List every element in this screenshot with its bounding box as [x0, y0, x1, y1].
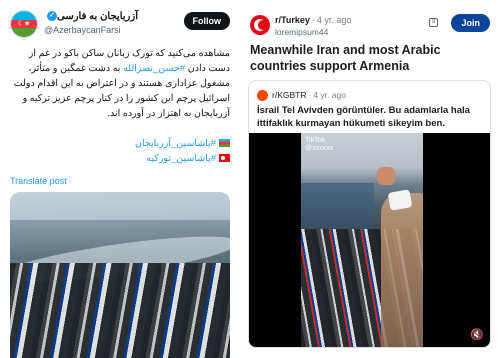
tiktok-label: TikTok — [305, 137, 325, 144]
translate-post-link[interactable]: Translate post — [10, 176, 67, 186]
crosspost-card[interactable]: r/KGBTR · 4 yr. ago İsrail Tel Avivden gör… — [248, 80, 491, 348]
hashtag-line-turkey: #یاشاسین_تورکیه — [10, 151, 230, 166]
tweet-text: مشاهده می‌کنید که تورک زبانان ساکن باکو … — [10, 46, 230, 121]
video-person — [381, 193, 423, 347]
hashtag-list: #یاشاسین_آزربایجان #یاشاسین_تورکیه — [10, 136, 230, 166]
separator-dot: · — [308, 90, 312, 100]
separator-dot: · — [311, 15, 315, 25]
video-player[interactable]: TikTok @xxxxxx 🔇 — [249, 133, 490, 347]
media-crowd — [10, 263, 230, 358]
reddit-post-card: r/Turkey · 4 yr. ago loremipsum44 ≡ Join M… — [240, 0, 500, 358]
subreddit-name[interactable]: r/Turkey — [275, 15, 310, 25]
tiktok-user: @xxxxxx — [305, 145, 334, 152]
post-header: r/Turkey · 4 yr. ago loremipsum44 ≡ Join — [250, 13, 490, 41]
video-frame — [301, 133, 423, 347]
crosspost-avatar-icon — [257, 90, 268, 101]
post-username[interactable]: loremipsum44 — [275, 27, 328, 37]
post-age: 4 yr. ago — [316, 15, 352, 25]
hashtag-link[interactable]: #یاشاسین_آزربایجان — [135, 138, 216, 149]
display-name-text: آزربایجان به فارسی — [57, 11, 138, 22]
tiktok-watermark: TikTok @xxxxxx — [305, 137, 333, 153]
subreddit-avatar-icon[interactable] — [250, 15, 270, 35]
turkey-flag-icon — [219, 154, 230, 163]
video-fist — [377, 167, 395, 185]
tweet-media-image[interactable] — [10, 192, 230, 358]
user-handle[interactable]: @AzerbaycanFarsi — [44, 25, 121, 35]
twitter-post-card: ☾★ آزربایجان به فارسی✓ @AzerbaycanFarsi … — [0, 0, 241, 358]
follow-button[interactable]: Follow — [183, 12, 230, 30]
verified-badge-icon: ✓ — [47, 11, 57, 22]
hashtag-line-azerbaijan: #یاشاسین_آزربایجان — [10, 136, 230, 151]
join-button[interactable]: Join — [451, 14, 490, 32]
mute-icon[interactable]: 🔇 — [470, 329, 484, 341]
sort-icon[interactable]: ≡ — [429, 18, 438, 27]
post-title[interactable]: Meanwhile Iran and most Arabic countries… — [250, 42, 490, 74]
azerbaijan-flag-icon — [219, 139, 230, 148]
crosspost-age: 4 yr. ago — [313, 90, 346, 100]
hashtag-link[interactable]: #حسن_نصرالله — [123, 63, 185, 74]
subreddit-line: r/Turkey · 4 yr. ago — [275, 15, 351, 25]
video-mask — [387, 189, 413, 211]
crosspost-subreddit[interactable]: r/KGBTR — [272, 90, 306, 100]
display-name[interactable]: آزربایجان به فارسی✓ — [44, 11, 138, 22]
avatar[interactable]: ☾★ — [10, 10, 38, 38]
crosspost-title: İsrail Tel Avivden görüntüler. Bu adamla… — [257, 105, 470, 129]
hashtag-link[interactable]: #یاشاسین_تورکیه — [146, 153, 216, 164]
tweet-header: ☾★ آزربایجان به فارسی✓ @AzerbaycanFarsi … — [10, 10, 230, 40]
crosspost-subreddit-line: r/KGBTR · 4 yr. ago — [272, 90, 346, 100]
